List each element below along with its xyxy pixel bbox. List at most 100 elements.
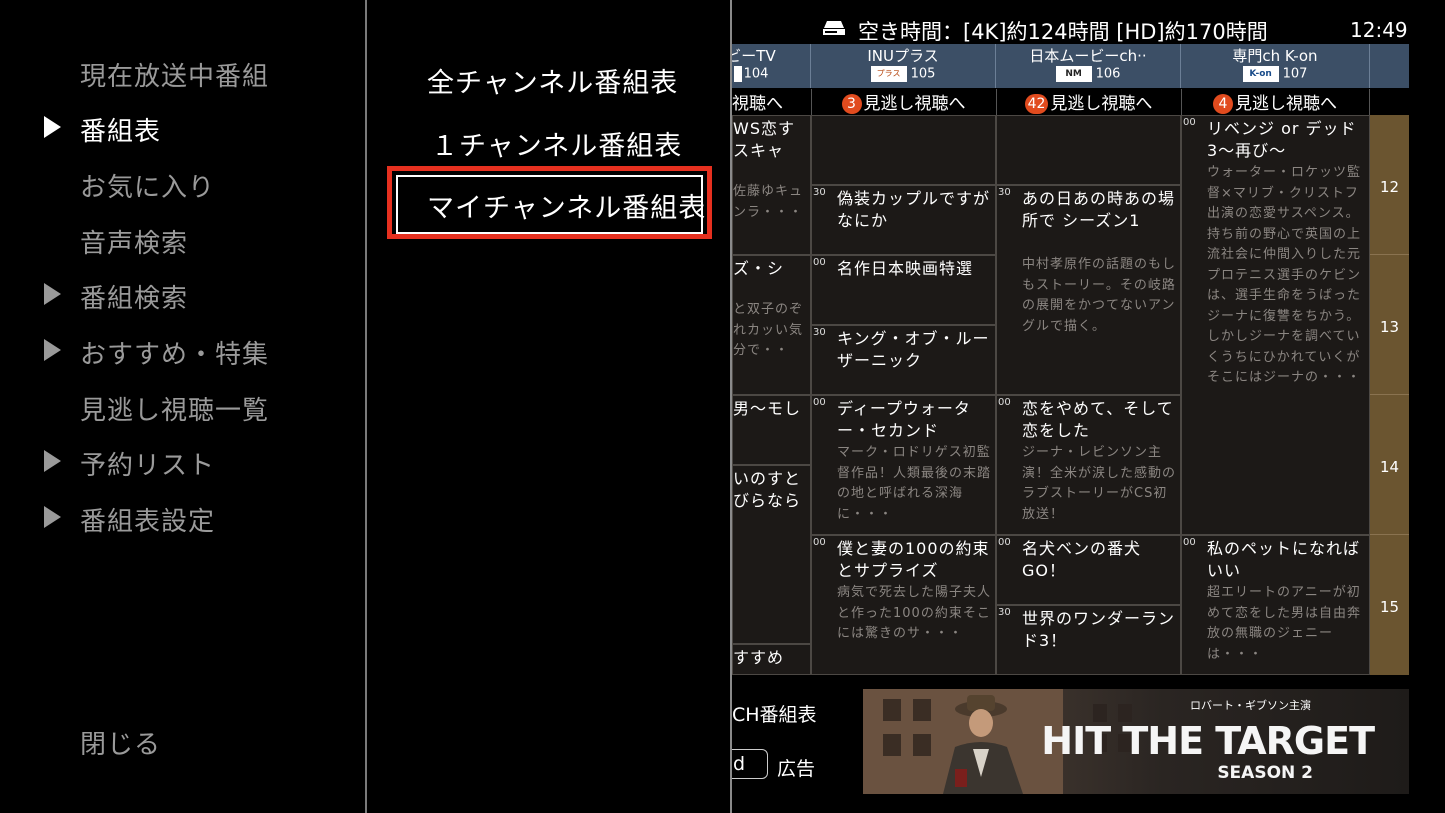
menu-item-reservation-list[interactable]: 予約リスト	[80, 445, 215, 482]
channel-number: 104	[743, 66, 769, 82]
menu-item-guide-settings[interactable]: 番組表設定	[80, 501, 215, 538]
channel-logo: K-on	[1242, 66, 1279, 82]
program-start-minute: 30	[998, 607, 1011, 618]
missed-viewing-link[interactable]: 視聴へ	[732, 89, 812, 115]
program-cell[interactable]	[996, 115, 1181, 185]
program-title: あの日あの時あの場所で シーズン1	[1022, 189, 1176, 230]
program-start-minute: 00	[1183, 537, 1196, 548]
hour-label: 14	[1370, 395, 1409, 535]
program-description: マーク・ロドリゲス初監督作品！人類最後の末踏の地と呼ばれる深海に・・・	[837, 445, 992, 522]
program-cell[interactable]: 00 恋をやめて、そして恋をした ジーナ・レビンソン主演！全米が涙した感動のラブ…	[996, 395, 1181, 535]
expand-arrow-icon	[44, 506, 61, 528]
time-column: 12 13 14 15	[1370, 115, 1409, 675]
program-start-minute: 00	[813, 537, 826, 548]
hour-label: 13	[1370, 255, 1409, 395]
ad-title: HIT THE TARGET	[1041, 719, 1375, 763]
missed-count-badge: 42	[1024, 94, 1049, 114]
program-start-minute: 30	[998, 187, 1011, 198]
channel-column[interactable]: ビーTV 104	[732, 44, 811, 88]
ch-guide-label[interactable]: CH番組表	[732, 700, 817, 727]
program-cell[interactable]: すすめ	[732, 644, 811, 675]
program-start-minute: 00	[998, 537, 1011, 548]
program-cell[interactable]	[811, 115, 996, 185]
program-title: 世界のワンダーランド3！	[1022, 609, 1176, 650]
program-cell[interactable]: 30 キング・オブ・ルーザーニック	[811, 325, 996, 395]
program-title: 私のペットになればいい	[1207, 539, 1361, 580]
program-cell[interactable]: 男〜モし	[732, 395, 811, 465]
ad-subtitle: ロバート・ギブソン主演	[1190, 699, 1311, 712]
program-cell[interactable]: 00 リベンジ or デッド3〜再び〜 ウォーター・ロケッツ監督×マリブ・クリス…	[1181, 115, 1370, 535]
program-title: 名作日本映画特選	[837, 259, 974, 278]
program-start-minute: 30	[813, 187, 826, 198]
missed-viewing-link[interactable]: 4 見逃し視聴へ	[1181, 89, 1370, 115]
menu-item-program-guide[interactable]: 番組表	[80, 111, 161, 148]
program-description: 超エリートのアニーが初めて恋をした男は自由奔放の無職のジェニーは・・・	[1207, 585, 1362, 662]
program-description: 病気で死去した陽子夫人と作った100の約束そこには驚きのサ・・・	[837, 585, 992, 641]
missed-label: 見逃し視聴へ	[1050, 94, 1153, 114]
program-cell[interactable]: 00 ディープウォーター・セカンド マーク・ロドリゲス初監督作品！人類最後の末踏…	[811, 395, 996, 535]
missed-label: 視聴へ	[732, 94, 783, 114]
program-title: 偽装カップルですがなにか	[837, 189, 991, 230]
channel-number-row: NM 106	[996, 66, 1180, 86]
hour-label: 15	[1379, 598, 1400, 616]
program-cell[interactable]: WS恋すスキャ 佐藤ゆキュンラ・・・	[732, 115, 811, 255]
program-cell[interactable]: いのすとびらなら	[732, 465, 811, 644]
channel-number: 106	[1095, 66, 1121, 82]
d-button[interactable]: d	[732, 749, 768, 779]
program-start-minute: 00	[813, 257, 826, 268]
missed-count-badge: 4	[1213, 94, 1233, 114]
program-start-minute: 00	[998, 397, 1011, 408]
channel-column[interactable]: INUプラス プラス 105	[811, 44, 996, 88]
program-cell[interactable]: 00 名作日本映画特選	[811, 255, 996, 325]
program-title: キング・オブ・ルーザーニック	[837, 329, 990, 370]
program-cell[interactable]: 30 あの日あの時あの場所で シーズン1 中村孝原作の話題のもしもストーリー。そ…	[996, 185, 1181, 395]
channel-number: 107	[1282, 66, 1308, 82]
program-cell[interactable]: 00 僕と妻の100の約束とサプライズ 病気で死去した陽子夫人と作った100の約…	[811, 535, 996, 675]
expand-arrow-icon	[44, 116, 61, 138]
program-description: 佐藤ゆキュンラ・・・	[733, 184, 804, 220]
menu-item-missed-list[interactable]: 見逃し視聴一覧	[80, 390, 269, 427]
program-title: 僕と妻の100の約束とサプライズ	[837, 539, 990, 580]
expand-arrow-icon	[44, 339, 61, 361]
channel-name: 日本ムービーch··	[1029, 47, 1147, 65]
program-title: ズ・シ	[733, 259, 785, 278]
menu-item-favorites[interactable]: お気に入り	[80, 167, 215, 204]
channel-column[interactable]: 専門ch K-on K-on 107	[1181, 44, 1370, 88]
recording-free-space: 空き時間：[4K]約124時間 [HD]約170時間	[858, 20, 1268, 44]
channel-header: ビーTV 104 INUプラス プラス 105 日本ムービーch·· NM 106 …	[732, 44, 1409, 88]
program-title: いのすとびらなら	[733, 469, 802, 510]
missed-viewing-row: 視聴へ 3 見逃し視聴へ 42 見逃し視聴へ 4 見逃し視聴へ	[732, 89, 1409, 115]
missed-viewing-link[interactable]: 3 見逃し視聴へ	[811, 89, 997, 115]
close-button[interactable]: 閉じる	[80, 724, 161, 761]
menu-item-voice-search[interactable]: 音声検索	[80, 223, 188, 260]
submenu-my-channel[interactable]: マイチャンネル番組表	[427, 186, 706, 225]
submenu-all-channels[interactable]: 全チャンネル番組表	[427, 61, 678, 100]
program-description: 中村孝原作の話題のもしもストーリー。その岐路の展開をかつてないアングルで描く。	[1022, 257, 1177, 334]
program-cell[interactable]: 00 名犬ベンの番犬GO！	[996, 535, 1181, 605]
main-menu: 現在放送中番組 番組表 お気に入り 音声検索 番組検索 おすすめ・特集 見逃し視…	[0, 0, 365, 813]
program-cell[interactable]: ズ・シ と双子のぞれカッい気分で・・	[732, 255, 811, 395]
sub-menu: 全チャンネル番組表 １チャンネル番組表 マイチャンネル番組表	[367, 0, 730, 813]
expand-arrow-icon	[44, 450, 61, 472]
ad-banner[interactable]: ロバート・ギブソン主演 HIT THE TARGET SEASON 2	[863, 689, 1409, 794]
missed-label: 見逃し視聴へ	[1235, 94, 1337, 114]
channel-number-row: K-on 107	[1181, 66, 1369, 86]
menu-item-program-search[interactable]: 番組検索	[80, 278, 188, 315]
program-title: リベンジ or デッド3〜再び〜	[1207, 119, 1357, 160]
menu-item-now-broadcasting[interactable]: 現在放送中番組	[80, 56, 269, 93]
program-cell[interactable]: 30 偽装カップルですがなにか	[811, 185, 996, 255]
submenu-one-channel[interactable]: １チャンネル番組表	[431, 124, 682, 163]
program-title: 名犬ベンの番犬GO！	[1022, 539, 1142, 580]
channel-number: 105	[910, 66, 936, 82]
channel-name: ビーTV	[732, 47, 776, 65]
clock: 12:49	[1350, 18, 1408, 42]
channel-number-row: プラス 105	[811, 66, 995, 86]
missed-viewing-link[interactable]: 42 見逃し視聴へ	[996, 89, 1182, 115]
program-grid: WS恋すスキャ 佐藤ゆキュンラ・・・ ズ・シ と双子のぞれカッい気分で・・ 男〜…	[732, 115, 1409, 675]
program-start-minute: 00	[813, 397, 826, 408]
channel-column[interactable]: 日本ムービーch·· NM 106	[996, 44, 1181, 88]
program-cell[interactable]: 30 世界のワンダーランド3！	[996, 605, 1181, 675]
menu-item-recommended[interactable]: おすすめ・特集	[80, 334, 269, 371]
missed-count-badge: 3	[841, 94, 862, 114]
program-cell[interactable]: 00 私のペットになればいい 超エリートのアニーが初めて恋をした男は自由奔放の無…	[1181, 535, 1370, 675]
